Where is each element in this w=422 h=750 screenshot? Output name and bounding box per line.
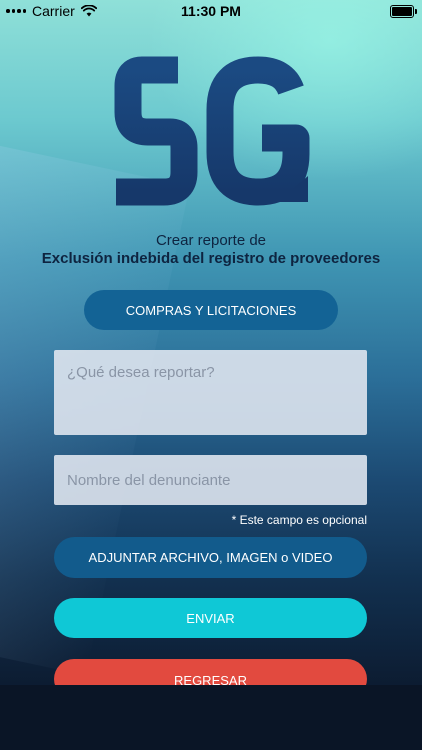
sg-logo [114, 56, 310, 206]
category-button[interactable]: COMPRAS Y LICITACIONES [84, 290, 338, 330]
status-bar: Carrier 11:30 PM [0, 0, 422, 22]
reporter-name-input[interactable] [54, 455, 367, 505]
report-input[interactable] [54, 350, 367, 435]
bottom-area [0, 685, 422, 750]
clock: 11:30 PM [181, 3, 241, 19]
attach-file-button[interactable]: ADJUNTAR ARCHIVO, IMAGEN o VIDEO [54, 537, 367, 578]
page-subtitle: Crear reporte de [155, 232, 267, 249]
page-heading: Crear reporte de Exclusión indebida del … [40, 232, 382, 267]
battery-icon [390, 5, 417, 18]
page-title: Exclusión indebida del registro de prove… [41, 250, 381, 267]
send-button[interactable]: ENVIAR [54, 598, 367, 638]
optional-field-hint: * Este campo es opcional [231, 513, 367, 527]
